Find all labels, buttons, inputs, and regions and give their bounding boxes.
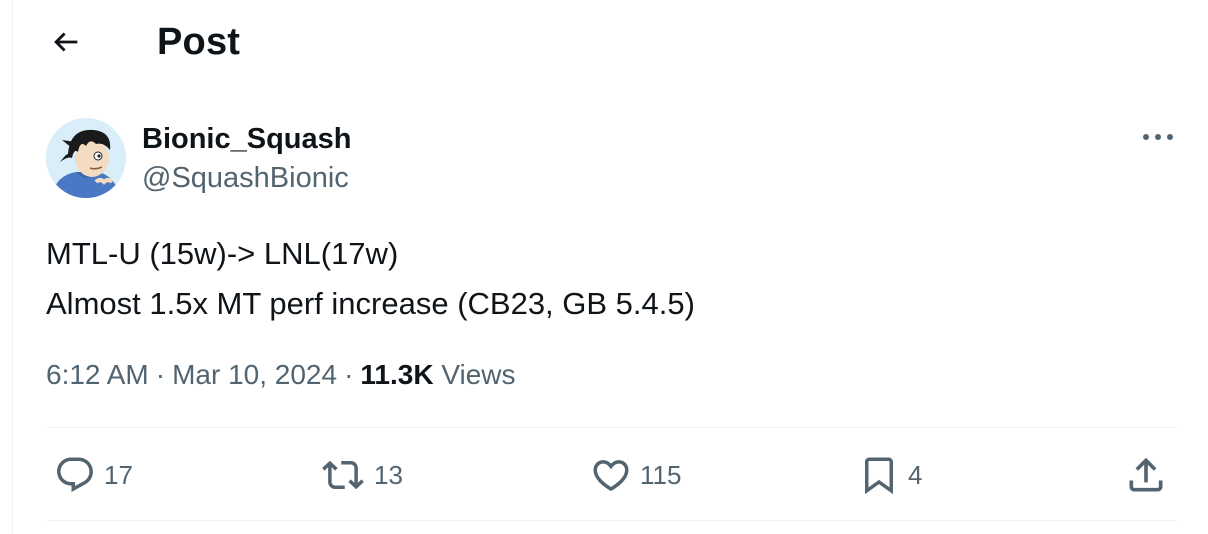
bookmark-button[interactable]: 4 bbox=[858, 452, 922, 498]
reply-icon bbox=[57, 457, 93, 492]
divider bbox=[46, 427, 1177, 428]
tweet-text: MTL-U (15w)-> LNL(17w) Almost 1.5x MT pe… bbox=[46, 236, 695, 321]
heart-icon bbox=[593, 460, 629, 492]
tweet-date[interactable]: Mar 10, 2024 bbox=[172, 359, 337, 390]
meta-separator: · bbox=[344, 359, 354, 390]
page-header: Post bbox=[0, 0, 1208, 86]
divider bbox=[46, 520, 1177, 521]
views-count: 11.3K bbox=[360, 359, 434, 390]
avatar-image bbox=[46, 118, 126, 198]
meta-separator: · bbox=[155, 359, 166, 390]
tweet-time[interactable]: 6:12 AM bbox=[46, 359, 149, 390]
like-button[interactable]: 115 bbox=[590, 452, 681, 498]
author-handle[interactable]: @SquashBionic bbox=[142, 161, 349, 195]
like-count: 115 bbox=[640, 460, 682, 490]
reply-button[interactable]: 17 bbox=[54, 452, 133, 498]
tweet-meta: 6:12 AM · Mar 10, 2024 · 11.3K Views bbox=[46, 357, 516, 393]
share-icon bbox=[1129, 457, 1163, 492]
page-title: Post bbox=[157, 21, 241, 63]
avatar[interactable] bbox=[46, 118, 126, 198]
repost-count: 13 bbox=[374, 460, 403, 490]
arrow-left-icon bbox=[54, 32, 78, 52]
repost-button[interactable]: 13 bbox=[320, 452, 403, 498]
back-button[interactable] bbox=[46, 22, 86, 62]
repost-icon bbox=[322, 460, 364, 490]
more-icon bbox=[1143, 134, 1173, 140]
views-label: Views bbox=[441, 359, 516, 390]
share-button[interactable] bbox=[1124, 452, 1168, 498]
bookmark-icon bbox=[865, 457, 893, 495]
author-name[interactable]: Bionic_Squash bbox=[142, 122, 352, 156]
bookmark-count: 4 bbox=[908, 460, 923, 490]
more-options-button[interactable] bbox=[1136, 120, 1180, 154]
reply-count: 17 bbox=[104, 460, 133, 490]
